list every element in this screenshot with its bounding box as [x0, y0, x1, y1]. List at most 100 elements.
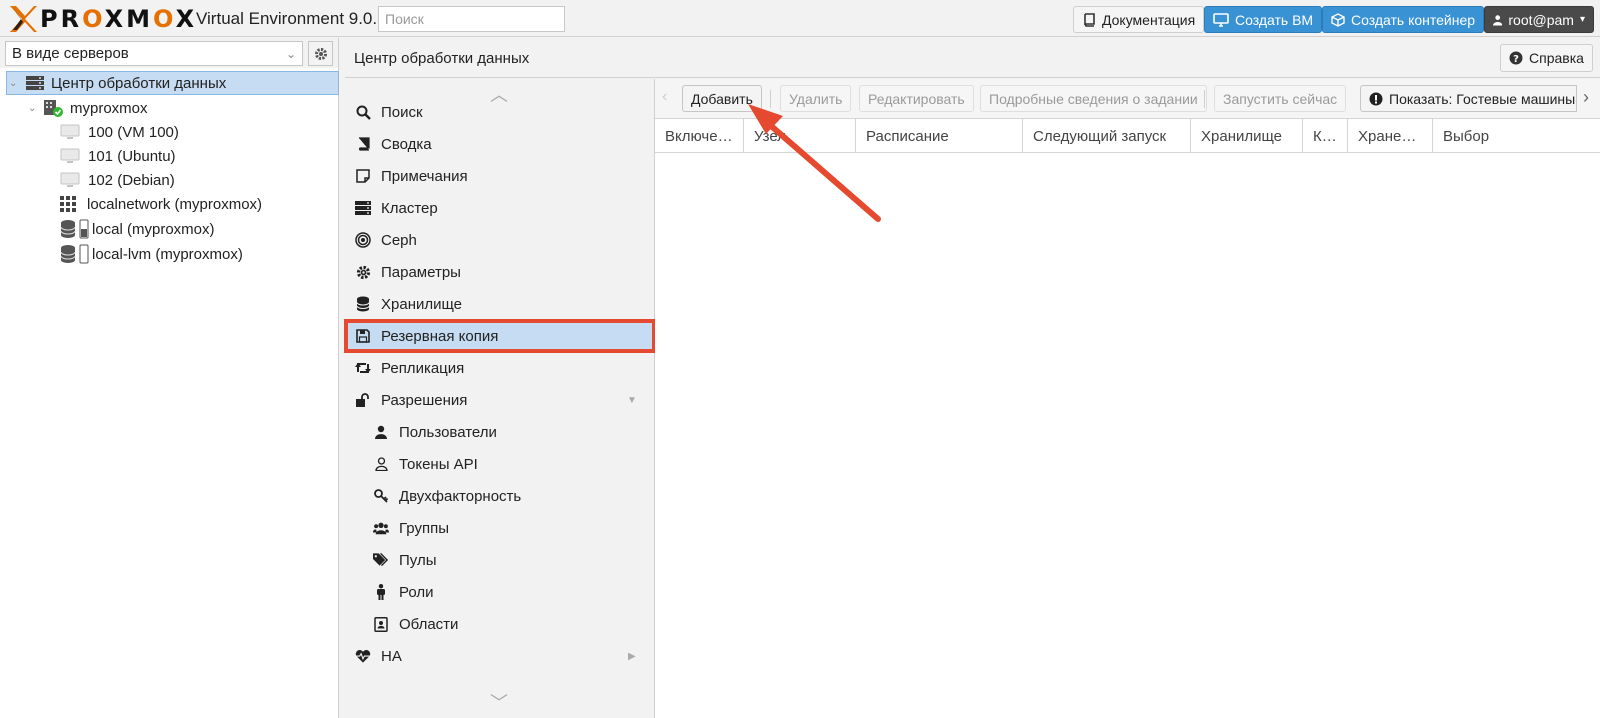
- column-selection[interactable]: Выбор: [1433, 119, 1600, 153]
- chevron-down-icon: ⌄: [285, 46, 296, 61]
- help-button[interactable]: ? Справка: [1500, 44, 1593, 72]
- question-circle-icon: ?: [1509, 51, 1523, 65]
- gear-icon: [355, 264, 371, 280]
- tree-item-label: local (myproxmox): [92, 220, 215, 238]
- search-input[interactable]: Поиск: [378, 6, 565, 32]
- cube-icon: [1331, 12, 1345, 27]
- tree-item-vm[interactable]: 100 (VM 100): [60, 120, 179, 144]
- tree-settings-button[interactable]: [308, 41, 333, 66]
- menu-item-roles[interactable]: Роли: [345, 576, 655, 608]
- vm-icon: [60, 124, 80, 139]
- create-container-button[interactable]: Создать контейнер: [1322, 6, 1485, 33]
- menu-item-ha[interactable]: HA ▶: [345, 640, 655, 672]
- menu-item-label: Разрешения: [381, 391, 468, 409]
- column-label: Хране…: [1358, 128, 1417, 145]
- view-select[interactable]: В виде серверов ⌄: [5, 41, 303, 66]
- toolbar: ‹ Добавить Удалить Редактировать Подробн…: [655, 79, 1600, 119]
- user-label: root@pam: [1508, 11, 1574, 28]
- edit-button[interactable]: Редактировать: [859, 85, 974, 112]
- column-storage[interactable]: Хранилище: [1191, 119, 1303, 153]
- menu-item-two-factor[interactable]: Двухфакторность: [345, 480, 655, 512]
- menu-item-summary[interactable]: Сводка: [345, 128, 655, 160]
- desktop-icon: [1213, 12, 1229, 27]
- menu-item-label: Двухфакторность: [399, 487, 522, 505]
- menu-item-label: Хранилище: [381, 295, 462, 313]
- top-header: PROXMOX Virtual Environment 9.0.6 Поиск …: [0, 0, 1600, 37]
- menu-item-backup[interactable]: Резервная копия: [344, 319, 656, 353]
- product-version: Virtual Environment 9.0.6: [196, 9, 387, 28]
- logo-text: PROXMOX: [40, 5, 198, 33]
- tree-item-vm[interactable]: 102 (Debian): [60, 168, 175, 192]
- user-icon: [373, 424, 389, 440]
- menu-item-pools[interactable]: Пулы: [345, 544, 655, 576]
- scroll-down-icon[interactable]: ﹀: [490, 689, 508, 715]
- tree-item-vm[interactable]: 101 (Ubuntu): [60, 144, 176, 168]
- tree-item-network[interactable]: localnetwork (myproxmox): [60, 192, 262, 216]
- collapse-triangle-icon[interactable]: ▼: [627, 395, 637, 406]
- resource-tree-panel: В виде серверов ⌄ ⌄ Центр обработки данн…: [0, 38, 339, 718]
- menu-item-cluster[interactable]: Кластер: [345, 192, 655, 224]
- proxmox-logo[interactable]: PROXMOX: [8, 4, 197, 34]
- remove-button[interactable]: Удалить: [780, 85, 852, 112]
- menu-item-options[interactable]: Параметры: [345, 256, 655, 288]
- floppy-icon: [355, 328, 371, 344]
- column-retention[interactable]: Хране…: [1348, 119, 1433, 153]
- menu-item-api-tokens[interactable]: Токены API: [345, 448, 655, 480]
- run-now-button[interactable]: Запустить сейчас: [1214, 85, 1347, 112]
- menu-item-label: Параметры: [381, 263, 461, 281]
- expand-triangle-icon[interactable]: ▶: [628, 651, 636, 662]
- vm-icon: [60, 172, 80, 187]
- user-menu-button[interactable]: root@pam ▾: [1484, 6, 1594, 33]
- menu-item-replication[interactable]: Репликация: [345, 352, 655, 384]
- menu-item-realms[interactable]: Области: [345, 608, 655, 640]
- expand-arrow-icon: ⌄: [9, 77, 18, 89]
- menu-item-label: Пулы: [399, 551, 437, 569]
- key-icon: [373, 488, 389, 504]
- tree-item-storage[interactable]: local-lvm (myproxmox): [60, 242, 243, 266]
- toolbar-scroll-left-icon[interactable]: ‹: [662, 88, 667, 106]
- menu-item-label: Примечания: [381, 167, 468, 185]
- menu-item-permissions[interactable]: Разрешения ▼: [345, 384, 655, 416]
- tree-item-storage[interactable]: local (myproxmox): [60, 217, 215, 241]
- column-schedule[interactable]: Расписание: [856, 119, 1023, 153]
- menu-item-users[interactable]: Пользователи: [345, 416, 655, 448]
- unlock-icon: [355, 392, 371, 408]
- tree-item-datacenter[interactable]: ⌄ Центр обработки данных: [6, 71, 339, 95]
- column-next-run[interactable]: Следующий запуск: [1023, 119, 1191, 153]
- menu-item-search[interactable]: Поиск: [345, 96, 655, 128]
- menu-item-label: Группы: [399, 519, 449, 537]
- tags-icon: [373, 552, 389, 568]
- menu-item-label: HA: [381, 647, 402, 665]
- help-label: Справка: [1529, 50, 1584, 66]
- menu-item-ceph[interactable]: Ceph: [345, 224, 655, 256]
- job-detail-button[interactable]: Подробные сведения о задании: [980, 85, 1207, 112]
- tree-item-node[interactable]: ⌄ myproxmox: [28, 96, 148, 120]
- column-enabled[interactable]: Включе…: [655, 119, 744, 153]
- column-comment[interactable]: К…: [1303, 119, 1348, 153]
- menu-item-label: Пользователи: [399, 423, 497, 441]
- menu-item-storage[interactable]: Хранилище: [345, 288, 655, 320]
- menu-item-label: Кластер: [381, 199, 438, 217]
- column-node[interactable]: Узел: [744, 119, 856, 153]
- column-label: Расписание: [866, 128, 949, 145]
- column-label: Узел: [754, 128, 786, 145]
- add-button[interactable]: Добавить: [682, 85, 762, 112]
- toolbar-scroll-right-icon[interactable]: ›: [1583, 87, 1589, 108]
- show-guests-button[interactable]: Показать: Гостевые машины бе: [1360, 85, 1577, 112]
- retweet-icon: [355, 360, 371, 376]
- node-icon: [44, 100, 63, 117]
- menu-item-label: Токены API: [399, 455, 478, 473]
- caret-down-icon: ▾: [1579, 14, 1585, 25]
- view-select-value: В виде серверов: [12, 45, 129, 62]
- show-guests-label: Показать: Гостевые машины бе: [1389, 90, 1577, 107]
- database-icon: [355, 296, 371, 312]
- network-icon: [60, 196, 76, 212]
- column-label: Следующий запуск: [1033, 128, 1167, 145]
- create-vm-label: Создать ВМ: [1235, 11, 1314, 28]
- svg-text:?: ?: [1513, 54, 1519, 65]
- documentation-button[interactable]: Документация: [1073, 6, 1205, 33]
- menu-item-groups[interactable]: Группы: [345, 512, 655, 544]
- menu-item-notes[interactable]: Примечания: [345, 160, 655, 192]
- create-vm-button[interactable]: Создать ВМ: [1204, 6, 1323, 33]
- backup-jobs-panel: ‹ Добавить Удалить Редактировать Подробн…: [655, 79, 1600, 718]
